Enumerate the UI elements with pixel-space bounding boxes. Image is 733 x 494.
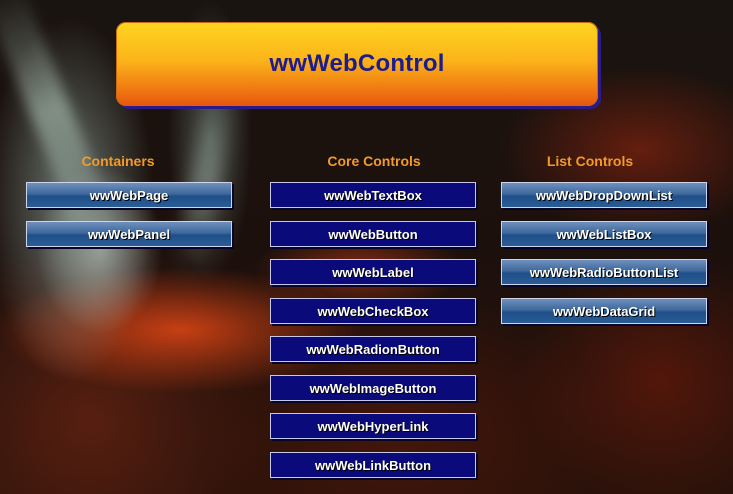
wwwebdatagrid-button[interactable]: wwWebDataGrid bbox=[501, 298, 707, 324]
wwwebdropdownlist-button[interactable]: wwWebDropDownList bbox=[501, 182, 707, 208]
wwwebhyperlink-button[interactable]: wwWebHyperLink bbox=[270, 413, 476, 439]
page-title: wwWebControl bbox=[269, 50, 445, 77]
wwwebbutton-button[interactable]: wwWebButton bbox=[270, 221, 476, 247]
containers-heading: Containers bbox=[81, 153, 155, 169]
wwwebimagebutton-button[interactable]: wwWebImageButton bbox=[270, 375, 476, 401]
wwwebradiobuttonlist-button[interactable]: wwWebRadioButtonList bbox=[501, 259, 707, 285]
wwwebtextbox-button[interactable]: wwWebTextBox bbox=[270, 182, 476, 208]
list-controls-heading: List Controls bbox=[546, 153, 634, 169]
wwwebcheckbox-button[interactable]: wwWebCheckBox bbox=[270, 298, 476, 324]
wwwebradionbutton-button[interactable]: wwWebRadionButton bbox=[270, 336, 476, 362]
wwweblabel-button[interactable]: wwWebLabel bbox=[270, 259, 476, 285]
title-banner: wwWebControl bbox=[116, 22, 598, 106]
wwwebpage-button[interactable]: wwWebPage bbox=[26, 182, 232, 208]
core-controls-heading: Core Controls bbox=[327, 153, 421, 169]
wwweblistbox-button[interactable]: wwWebListBox bbox=[501, 221, 707, 247]
wwweblinkbutton-button[interactable]: wwWebLinkButton bbox=[270, 452, 476, 478]
wwwebpanel-button[interactable]: wwWebPanel bbox=[26, 221, 232, 247]
